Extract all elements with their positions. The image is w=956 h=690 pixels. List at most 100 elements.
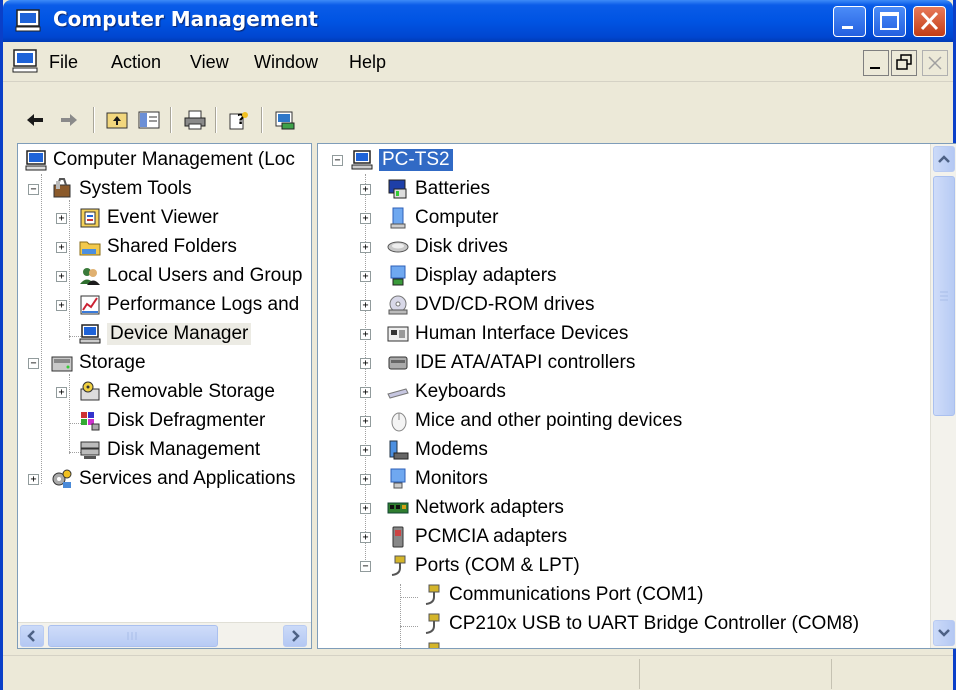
toolbar-separator bbox=[170, 107, 172, 133]
tree-line bbox=[400, 626, 418, 627]
device-item-com8[interactable]: CP210x USB to UART Bridge Controller (CO… bbox=[420, 611, 859, 637]
expand-toggle[interactable]: + bbox=[360, 271, 371, 282]
expand-toggle[interactable]: + bbox=[360, 358, 371, 369]
maximize-button[interactable] bbox=[873, 6, 906, 37]
expand-toggle[interactable]: + bbox=[360, 416, 371, 427]
menu-bar: File Action View Window Help bbox=[3, 42, 953, 82]
up-one-level-button[interactable] bbox=[103, 106, 131, 134]
tree-item-disk-defragmenter[interactable]: Disk Defragmenter bbox=[78, 408, 265, 434]
device-item-label: CP210x USB to UART Bridge Controller (CO… bbox=[449, 613, 860, 634]
minimize-icon bbox=[842, 26, 853, 29]
device-item-com1[interactable]: Communications Port (COM1) bbox=[420, 582, 703, 608]
expand-toggle[interactable]: + bbox=[56, 242, 67, 253]
collapse-toggle[interactable]: − bbox=[360, 561, 371, 572]
collapse-toggle[interactable]: − bbox=[28, 358, 39, 369]
menu-view[interactable]: View bbox=[190, 52, 229, 73]
menu-help[interactable]: Help bbox=[349, 52, 386, 73]
chevron-left-icon bbox=[27, 630, 35, 642]
device-item-partial[interactable] bbox=[420, 640, 449, 648]
vertical-scrollbar[interactable] bbox=[930, 144, 956, 648]
expand-toggle[interactable]: + bbox=[360, 445, 371, 456]
scroll-down-button[interactable] bbox=[933, 620, 955, 646]
device-category-disk-drives[interactable]: Disk drives bbox=[386, 234, 508, 260]
tree-item-local-users[interactable]: Local Users and Group bbox=[78, 263, 302, 289]
scroll-thumb[interactable] bbox=[48, 625, 218, 647]
properties-button[interactable] bbox=[271, 106, 299, 134]
expand-toggle[interactable]: + bbox=[360, 242, 371, 253]
tree-item-shared-folders[interactable]: Shared Folders bbox=[78, 234, 237, 260]
scroll-right-button[interactable] bbox=[283, 625, 307, 647]
expand-toggle[interactable]: + bbox=[360, 213, 371, 224]
console-tree-pane[interactable]: Computer Management (Loc − System Tools … bbox=[17, 143, 312, 649]
expand-toggle[interactable]: + bbox=[56, 387, 67, 398]
tree-root-computer-management[interactable]: Computer Management (Loc bbox=[24, 147, 295, 173]
forward-arrow-icon bbox=[61, 114, 77, 126]
expand-toggle[interactable]: + bbox=[28, 474, 39, 485]
title-bar[interactable]: Computer Management bbox=[3, 0, 953, 42]
device-category-batteries[interactable]: Batteries bbox=[386, 176, 490, 202]
computer-management-icon[interactable] bbox=[11, 47, 39, 75]
device-category-monitors[interactable]: Monitors bbox=[386, 466, 488, 492]
device-tree-pane[interactable]: − PC-TS2 + Batteries + Computer + Disk d… bbox=[317, 143, 956, 649]
device-category-modems[interactable]: Modems bbox=[386, 437, 488, 463]
expand-toggle[interactable]: + bbox=[360, 300, 371, 311]
mdi-close-button[interactable] bbox=[922, 50, 948, 76]
collapse-toggle[interactable]: − bbox=[332, 155, 343, 166]
tree-item-system-tools[interactable]: System Tools bbox=[50, 176, 192, 202]
defrag-icon bbox=[81, 412, 100, 431]
device-root-computer[interactable]: PC-TS2 bbox=[350, 147, 453, 173]
expand-toggle[interactable]: + bbox=[360, 532, 371, 543]
shared-folder-icon bbox=[79, 241, 101, 256]
monitor-icon bbox=[390, 468, 406, 489]
scroll-up-button[interactable] bbox=[933, 146, 955, 172]
menu-window[interactable]: Window bbox=[254, 52, 318, 73]
tree-item-device-manager[interactable]: Device Manager bbox=[78, 321, 252, 347]
device-category-hid[interactable]: Human Interface Devices bbox=[386, 321, 628, 347]
tree-item-storage[interactable]: Storage bbox=[50, 350, 146, 376]
tree-item-services-applications[interactable]: Services and Applications bbox=[50, 466, 296, 492]
print-button[interactable] bbox=[181, 106, 209, 134]
back-button[interactable] bbox=[21, 106, 49, 134]
tree-line bbox=[69, 200, 70, 340]
device-category-keyboards[interactable]: Keyboards bbox=[386, 379, 506, 405]
tree-item-disk-management[interactable]: Disk Management bbox=[78, 437, 260, 463]
device-category-network-adapters[interactable]: Network adapters bbox=[386, 495, 564, 521]
device-category-ide-controllers[interactable]: IDE ATA/ATAPI controllers bbox=[386, 350, 635, 376]
device-category-display-adapters[interactable]: Display adapters bbox=[386, 263, 557, 289]
scroll-thumb[interactable] bbox=[933, 176, 955, 416]
tree-line bbox=[41, 174, 42, 484]
menu-file[interactable]: File bbox=[49, 52, 78, 73]
device-category-mice[interactable]: Mice and other pointing devices bbox=[386, 408, 682, 434]
mdi-minimize-button[interactable] bbox=[863, 50, 889, 76]
computer-icon bbox=[351, 150, 373, 170]
minimize-button[interactable] bbox=[833, 6, 866, 37]
expand-toggle[interactable]: + bbox=[56, 271, 67, 282]
menu-action[interactable]: Action bbox=[111, 52, 161, 73]
device-category-ports[interactable]: Ports (COM & LPT) bbox=[386, 553, 580, 579]
mdi-restore-button[interactable] bbox=[891, 50, 917, 76]
expand-toggle[interactable]: + bbox=[360, 503, 371, 514]
tree-item-event-viewer[interactable]: Event Viewer bbox=[78, 205, 219, 231]
tree-item-performance-logs[interactable]: Performance Logs and bbox=[78, 292, 299, 318]
expand-toggle[interactable]: + bbox=[56, 300, 67, 311]
help-button[interactable]: ? bbox=[225, 106, 253, 134]
show-hide-tree-button[interactable] bbox=[135, 106, 163, 134]
toolbox-icon bbox=[53, 178, 71, 198]
expand-toggle[interactable]: + bbox=[360, 474, 371, 485]
device-category-computer[interactable]: Computer bbox=[386, 205, 498, 231]
maximize-icon bbox=[880, 12, 899, 30]
device-item-label: Communications Port (COM1) bbox=[449, 584, 704, 605]
expand-toggle[interactable]: + bbox=[360, 184, 371, 195]
scroll-left-button[interactable] bbox=[20, 625, 44, 647]
forward-button[interactable] bbox=[55, 106, 83, 134]
expand-toggle[interactable]: + bbox=[56, 213, 67, 224]
expand-toggle[interactable]: + bbox=[360, 387, 371, 398]
horizontal-scrollbar[interactable] bbox=[18, 622, 311, 648]
close-button[interactable] bbox=[913, 6, 946, 37]
expand-toggle[interactable]: + bbox=[360, 329, 371, 340]
tree-line bbox=[400, 597, 418, 598]
device-category-dvd-cdrom[interactable]: DVD/CD-ROM drives bbox=[386, 292, 594, 318]
collapse-toggle[interactable]: − bbox=[28, 184, 39, 195]
device-category-pcmcia[interactable]: PCMCIA adapters bbox=[386, 524, 567, 550]
tree-item-removable-storage[interactable]: Removable Storage bbox=[78, 379, 275, 405]
